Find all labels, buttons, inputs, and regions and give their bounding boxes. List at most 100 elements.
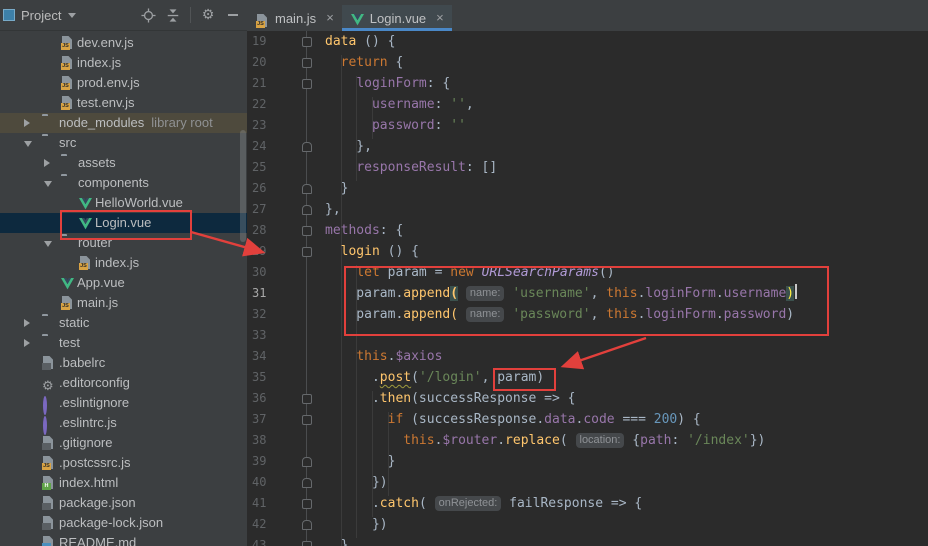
fold-marker[interactable] bbox=[302, 394, 312, 404]
tree-item-static[interactable]: static bbox=[0, 313, 247, 333]
fold-end-marker[interactable] bbox=[302, 478, 312, 488]
tree-item-eslintrc-js[interactable]: .eslintrc.js bbox=[0, 413, 247, 435]
tree-item-index-js[interactable]: JS index.js bbox=[0, 253, 247, 273]
chevron-collapsed-icon[interactable] bbox=[24, 339, 30, 347]
tree-item-login-vue[interactable]: Login.vue bbox=[0, 213, 247, 233]
fold-marker[interactable] bbox=[302, 79, 312, 89]
fold-end-marker[interactable] bbox=[302, 184, 312, 194]
code-text: }, bbox=[325, 139, 372, 154]
line-number: 19 bbox=[252, 34, 267, 48]
code-line-20[interactable]: 20 return { bbox=[247, 52, 928, 73]
fold-end-marker[interactable] bbox=[302, 142, 312, 152]
tree-scrollbar[interactable] bbox=[240, 130, 246, 242]
tree-item-helloworld-vue[interactable]: HelloWorld.vue bbox=[0, 193, 247, 213]
code-text: return { bbox=[340, 55, 404, 70]
code-line-33[interactable]: 33 bbox=[247, 325, 928, 346]
js-file-icon: JS bbox=[61, 76, 75, 90]
code-line-19[interactable]: 19 data () { bbox=[247, 31, 928, 52]
code-line-21[interactable]: 21 loginForm: { bbox=[247, 73, 928, 94]
tree-item-babelrc[interactable]: .babelrc bbox=[0, 353, 247, 373]
fold-end-marker[interactable] bbox=[302, 520, 312, 530]
tree-item-test-env-js[interactable]: JS test.env.js bbox=[0, 93, 247, 113]
code-line-30[interactable]: 30 let param = new URLSearchParams() bbox=[247, 262, 928, 283]
chevron-collapsed-icon[interactable] bbox=[44, 159, 50, 167]
code-line-36[interactable]: 36 .then(successResponse => { bbox=[247, 388, 928, 409]
inlay-hint: location: bbox=[575, 433, 625, 448]
collapse-all-icon[interactable] bbox=[165, 7, 181, 23]
chevron-collapsed-icon[interactable] bbox=[24, 319, 30, 327]
code-line-40[interactable]: 40 }) bbox=[247, 472, 928, 493]
code-text: param.append( name: 'password', this.log… bbox=[325, 307, 795, 322]
caret-down-icon[interactable] bbox=[68, 12, 77, 18]
code-line-32[interactable]: 32 param.append( name: 'password', this.… bbox=[247, 304, 928, 325]
code-line-35[interactable]: 35 .post('/login', param) bbox=[247, 367, 928, 388]
code-line-37[interactable]: 37 if (successResponse.data.code === 200… bbox=[247, 409, 928, 430]
tab-close-icon[interactable]: × bbox=[326, 11, 334, 24]
tree-item-eslintignore[interactable]: .eslintignore bbox=[0, 393, 247, 415]
line-number: 31 bbox=[252, 286, 267, 300]
fold-marker[interactable] bbox=[302, 226, 312, 236]
fold-marker[interactable] bbox=[302, 58, 312, 68]
editor-pane: JS main.js × Login.vue × 19 data () {20 retur… bbox=[247, 0, 928, 546]
locate-icon[interactable] bbox=[140, 7, 156, 23]
fold-marker[interactable] bbox=[302, 499, 312, 509]
fold-end-marker[interactable] bbox=[302, 457, 312, 467]
fold-marker[interactable] bbox=[302, 247, 312, 257]
tab-close-icon[interactable]: × bbox=[436, 11, 444, 24]
project-panel-title[interactable]: Project bbox=[21, 8, 61, 23]
tree-item-package-json[interactable]: package.json bbox=[0, 493, 247, 513]
code-line-41[interactable]: 41 .catch( onRejected: failResponse => { bbox=[247, 493, 928, 514]
tree-item-readme-md[interactable]: README.md bbox=[0, 533, 247, 546]
code-line-25[interactable]: 25 responseResult: [] bbox=[247, 157, 928, 178]
tree-item-postcssrc-js[interactable]: JS .postcssrc.js bbox=[0, 453, 247, 473]
code-line-24[interactable]: 24 }, bbox=[247, 136, 928, 157]
code-text: if (successResponse.data.code === 200) { bbox=[387, 412, 701, 427]
code-line-31[interactable]: 31 param.append( name: 'username', this.… bbox=[247, 283, 928, 304]
code-line-23[interactable]: 23 password: '' bbox=[247, 115, 928, 136]
md-file-icon bbox=[42, 536, 56, 546]
tree-item-src[interactable]: src bbox=[0, 133, 247, 153]
chevron-expanded-icon[interactable] bbox=[44, 181, 52, 187]
code-line-38[interactable]: 38 this.$router.replace( location: {path… bbox=[247, 430, 928, 451]
tree-item-label: HelloWorld.vue bbox=[95, 195, 183, 210]
fold-marker[interactable] bbox=[302, 541, 312, 546]
tree-item-index-html[interactable]: Hindex.html bbox=[0, 473, 247, 493]
code-line-28[interactable]: 28 methods: { bbox=[247, 220, 928, 241]
code-line-39[interactable]: 39 } bbox=[247, 451, 928, 472]
fold-marker[interactable] bbox=[302, 37, 312, 47]
code-text: loginForm: { bbox=[356, 76, 451, 91]
tree-item-test[interactable]: test bbox=[0, 333, 247, 353]
tree-item-assets[interactable]: assets bbox=[0, 153, 247, 173]
hide-panel-icon[interactable] bbox=[225, 7, 241, 23]
fold-marker[interactable] bbox=[302, 415, 312, 425]
code-text: param.append( name: 'username', this.log… bbox=[325, 283, 798, 304]
code-editor[interactable]: 19 data () {20 return {21 loginForm: {22 … bbox=[247, 31, 928, 546]
tree-item-editorconfig[interactable]: ⚙ .editorconfig bbox=[0, 373, 247, 394]
code-line-34[interactable]: 34 this.$axios bbox=[247, 346, 928, 367]
chevron-expanded-icon[interactable] bbox=[24, 141, 32, 147]
tree-item-gitignore[interactable]: .gitignore bbox=[0, 433, 247, 453]
code-line-29[interactable]: 29 login () { bbox=[247, 241, 928, 262]
code-line-27[interactable]: 27}, bbox=[247, 199, 928, 220]
tab-login-vue[interactable]: Login.vue × bbox=[341, 5, 452, 31]
chevron-collapsed-icon[interactable] bbox=[24, 119, 30, 127]
tree-item-package-lock-json[interactable]: package-lock.json bbox=[0, 513, 247, 533]
tree-item-dev-env-js[interactable]: JS dev.env.js bbox=[0, 33, 247, 53]
code-line-42[interactable]: 42 }) bbox=[247, 514, 928, 535]
fold-end-marker[interactable] bbox=[302, 205, 312, 215]
line-number: 30 bbox=[252, 265, 267, 279]
tree-item-label: .eslintignore bbox=[59, 395, 130, 410]
tree-item-app-vue[interactable]: App.vue bbox=[0, 273, 247, 293]
code-line-43[interactable]: 43 } bbox=[247, 535, 928, 546]
tree-item-prod-env-js[interactable]: JS prod.env.js bbox=[0, 73, 247, 93]
tree-item-components[interactable]: components bbox=[0, 173, 247, 193]
tree-item-main-js[interactable]: JS main.js bbox=[0, 293, 247, 313]
tree-item-node-modules[interactable]: node_modules library root bbox=[0, 113, 247, 133]
settings-icon[interactable]: ⚙ bbox=[200, 7, 216, 23]
code-line-22[interactable]: 22 username: '', bbox=[247, 94, 928, 115]
tab-main-js[interactable]: JS main.js × bbox=[247, 5, 342, 31]
tree-item-router[interactable]: router bbox=[0, 233, 247, 253]
tree-item-index-js[interactable]: JS index.js bbox=[0, 53, 247, 73]
chevron-expanded-icon[interactable] bbox=[44, 241, 52, 247]
code-line-26[interactable]: 26 } bbox=[247, 178, 928, 199]
